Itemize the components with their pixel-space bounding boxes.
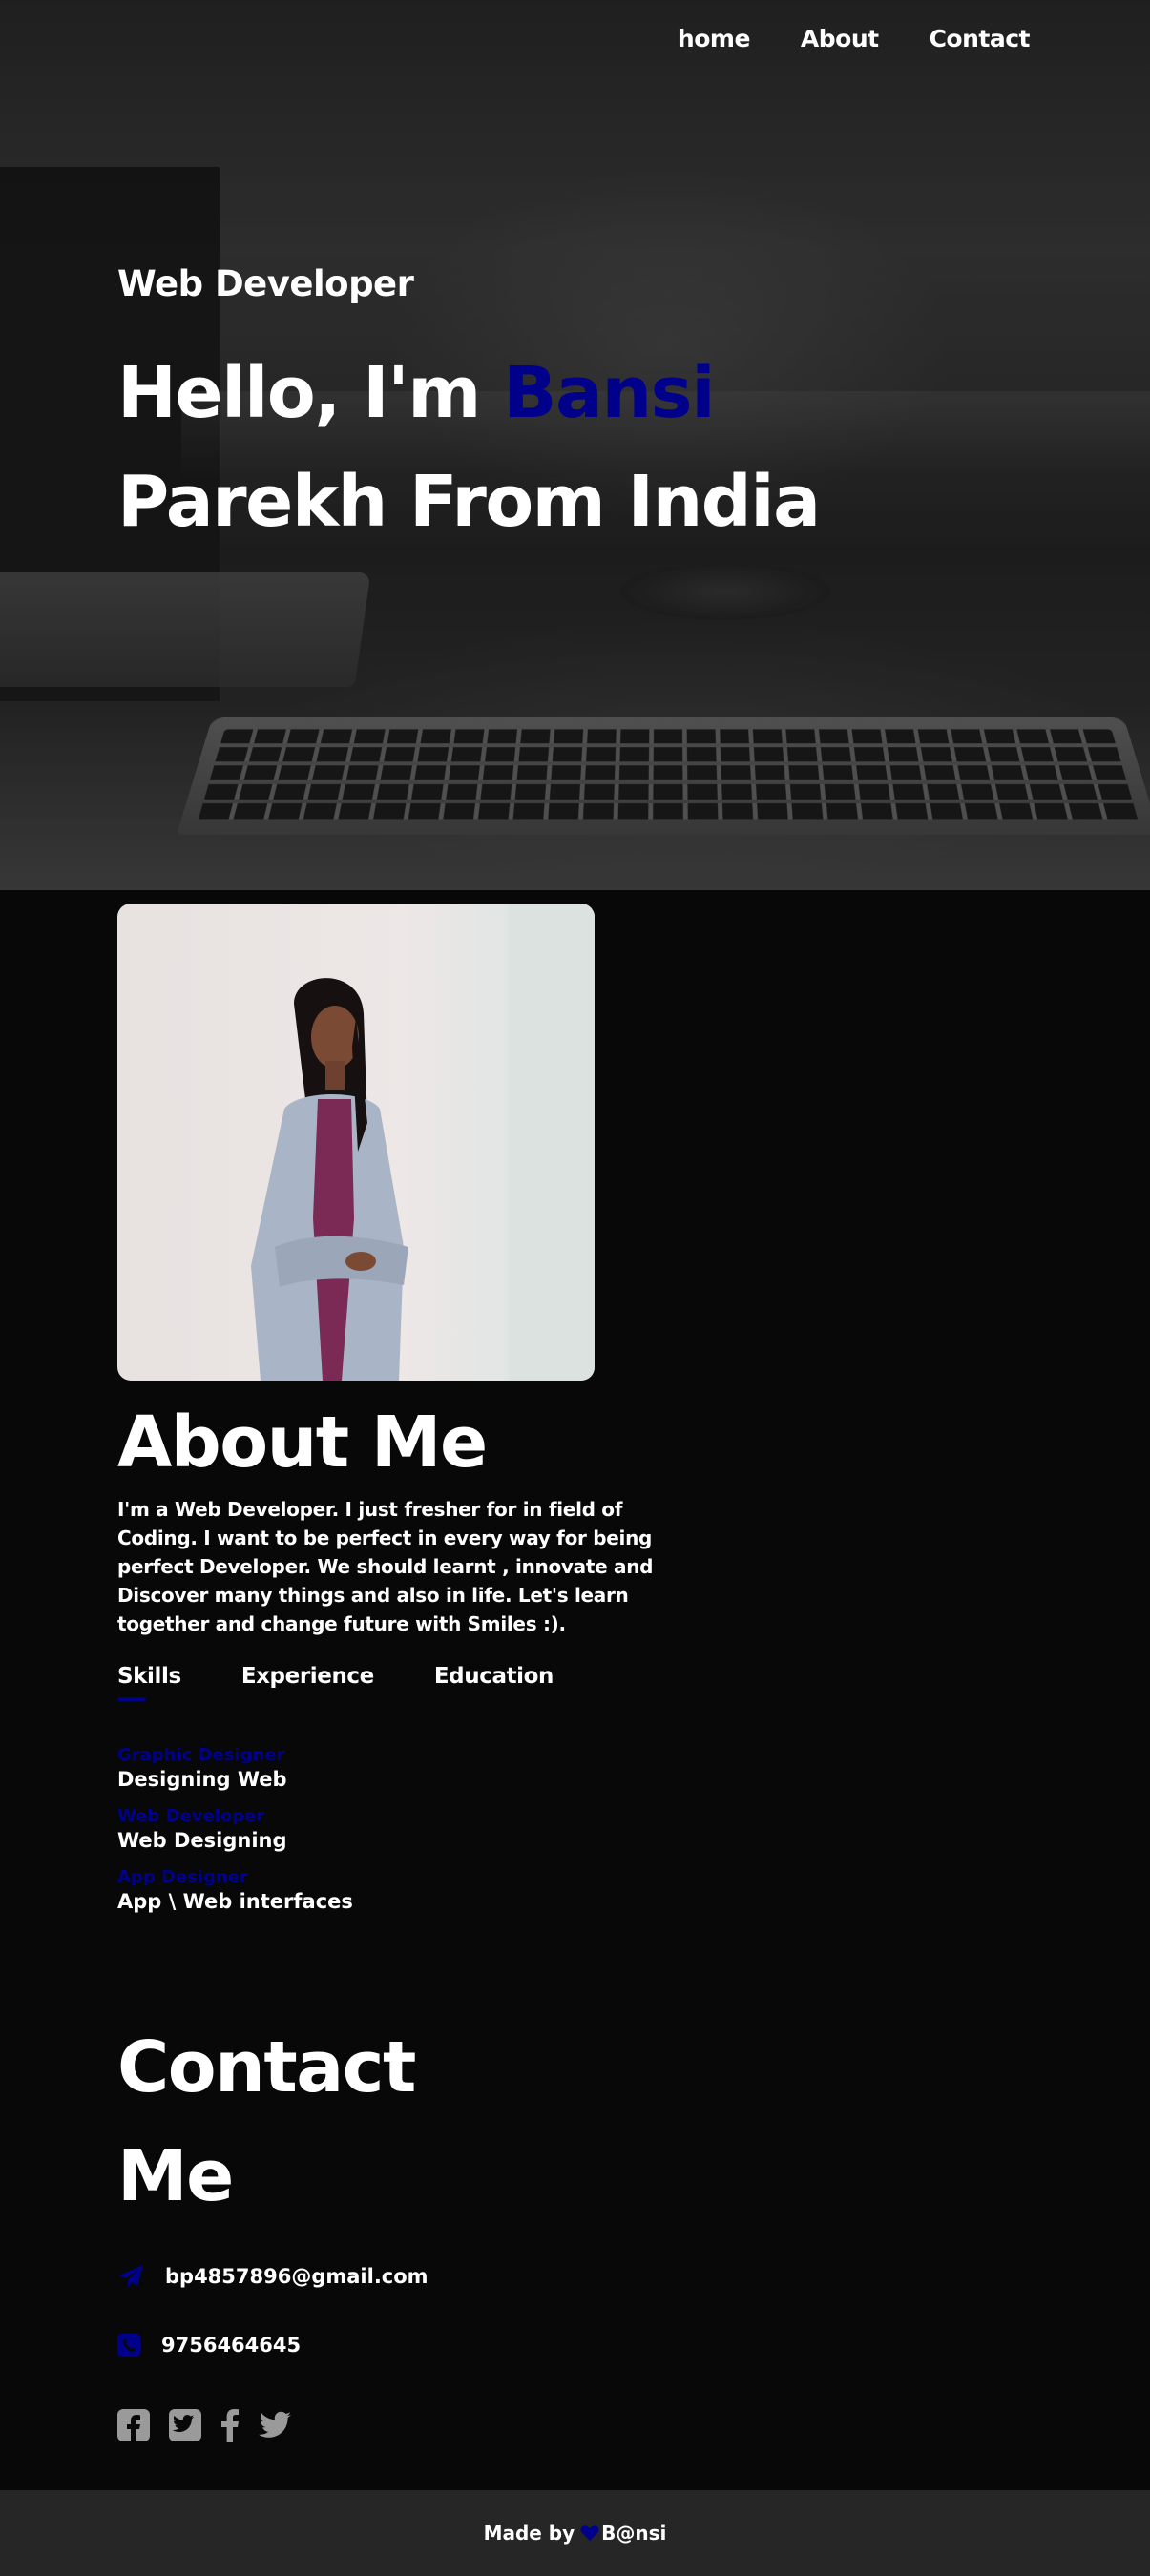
skill-role: App Designer (117, 1867, 248, 1887)
contact-phone[interactable]: 9756464645 (161, 2334, 301, 2357)
about-tabs: Skills Experience Education (117, 1664, 614, 1701)
footer-made-by: Made by (483, 2522, 575, 2545)
tab-skills[interactable]: Skills (117, 1664, 181, 1701)
hero-greeting: Hello, I'm (117, 352, 504, 434)
contact-title: Contact Me (117, 2026, 416, 2217)
footer: Made by B@nsi (0, 2490, 1150, 2576)
social-links (117, 2408, 310, 2442)
list-item: Web Developer Web Designing (117, 1806, 353, 1854)
about-title: About Me (117, 1402, 488, 1484)
nav-about-link[interactable]: About (801, 25, 879, 52)
paper-plane-icon (118, 2265, 143, 2288)
tab-education[interactable]: Education (434, 1664, 554, 1689)
twitter-icon[interactable] (259, 2411, 291, 2440)
list-item: Graphic Designer Designing Web (117, 1745, 353, 1793)
skill-role: Web Developer (117, 1806, 265, 1826)
footer-author: B@nsi (601, 2522, 667, 2545)
phone-square-icon (117, 2334, 140, 2357)
skill-desc: Designing Web (117, 1768, 287, 1791)
hero-title: Hello, I'm Bansi Parekh From India (117, 339, 976, 556)
list-item: App Designer App \ Web interfaces (117, 1867, 353, 1915)
facebook-square-icon[interactable] (117, 2409, 150, 2441)
top-nav: home About Contact (678, 25, 1150, 52)
contact-email[interactable]: bp4857896@gmail.com (165, 2265, 429, 2288)
skill-role: Graphic Designer (117, 1745, 285, 1765)
skill-desc: Web Designing (117, 1829, 287, 1852)
skills-list: Graphic Designer Designing Web Web Devel… (117, 1745, 353, 1928)
hero-name-highlight: Bansi (503, 352, 715, 434)
facebook-icon[interactable] (220, 2408, 240, 2442)
profile-photo (117, 904, 595, 1381)
twitter-square-icon[interactable] (169, 2409, 201, 2441)
heart-icon (580, 2525, 599, 2541)
nav-home-link[interactable]: home (678, 25, 750, 52)
nav-contact-link[interactable]: Contact (930, 25, 1031, 52)
contact-phone-row: 9756464645 (117, 2334, 301, 2357)
hero-name-rest: Parekh From India (117, 461, 821, 543)
about-text: I'm a Web Developer. I just fresher for … (117, 1498, 654, 1635)
portfolio-page: home About Contact Web Developer Hello, … (0, 0, 1150, 2576)
contact-email-row: bp4857896@gmail.com (117, 2264, 429, 2289)
skill-desc: App \ Web interfaces (117, 1890, 353, 1913)
hero-section: home About Contact Web Developer Hello, … (0, 0, 1150, 890)
tab-experience[interactable]: Experience (241, 1664, 374, 1689)
hero-subtitle: Web Developer (117, 263, 414, 304)
